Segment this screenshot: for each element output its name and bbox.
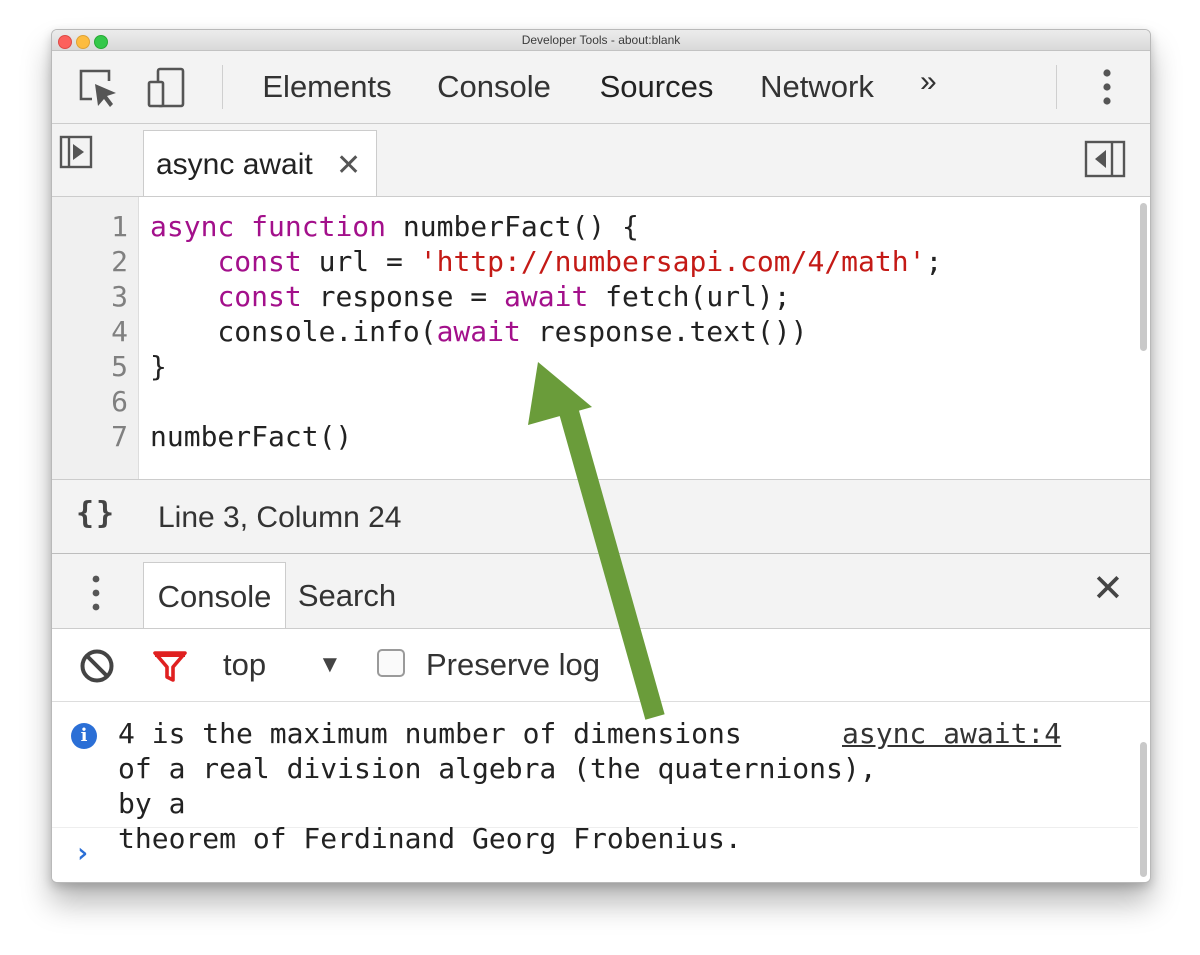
sources-file-bar: async await ✕ (52, 124, 1150, 197)
close-tab-icon[interactable]: ✕ (336, 148, 361, 183)
info-icon: i (71, 723, 97, 749)
console-prompt-icon[interactable]: › (74, 836, 91, 869)
code-keyword: function (251, 210, 387, 243)
drawer-tab-bar: Console Search ✕ (52, 554, 1150, 629)
preserve-log-checkbox[interactable] (377, 649, 405, 677)
code-text: response.text()) (520, 315, 808, 348)
pretty-print-icon[interactable]: {} (76, 496, 116, 531)
chevron-down-icon[interactable]: ▼ (318, 651, 342, 679)
line-number-gutter: 1 2 3 4 5 6 7 (52, 197, 139, 479)
file-tab-label: async await (156, 148, 313, 181)
console-message-text: 4 is the maximum number of dimensions of… (118, 717, 877, 855)
drawer-tab-search[interactable]: Search (292, 562, 402, 628)
line-number[interactable]: 2 (52, 245, 128, 278)
editor-status-bar: {} Line 3, Column 24 (52, 479, 1150, 554)
tab-elements[interactable]: Elements (252, 51, 402, 123)
tab-console[interactable]: Console (424, 51, 564, 123)
console-message: i 4 is the maximum number of dimensions … (52, 702, 1138, 855)
tab-sources[interactable]: Sources (576, 51, 737, 123)
code-line[interactable]: numberFact() (150, 420, 352, 453)
device-toolbar-icon[interactable] (146, 66, 190, 110)
code-text: numberFact() { (386, 210, 639, 243)
line-number[interactable]: 6 (52, 385, 128, 418)
close-drawer-icon[interactable]: ✕ (1092, 566, 1124, 611)
debugger-toggle-icon[interactable] (1084, 140, 1126, 178)
main-toolbar: Elements Console Sources Network » (52, 51, 1150, 143)
toolbar-divider (1056, 65, 1057, 109)
code-line[interactable]: console.info(await response.text()) (150, 315, 807, 348)
tab-network[interactable]: Network (749, 51, 885, 123)
code-text: console.info( (150, 315, 437, 348)
navigator-toggle-icon[interactable] (58, 134, 94, 170)
filter-icon[interactable] (152, 648, 188, 684)
code-keyword: async (150, 210, 235, 243)
file-tab-async-await[interactable]: async await ✕ (143, 130, 377, 196)
window-title: Developer Tools - about:blank (521, 33, 681, 47)
context-selector[interactable]: top (223, 647, 266, 683)
console-scrollbar[interactable] (1140, 742, 1147, 877)
code-keyword: const (217, 280, 302, 313)
cursor-position: Line 3, Column 24 (158, 501, 402, 534)
console-toolbar: top ▼ Preserve log (52, 629, 1150, 702)
preserve-log-label: Preserve log (426, 647, 601, 682)
code-line[interactable]: const response = await fetch(url); (150, 280, 791, 313)
clear-console-icon[interactable] (79, 648, 115, 684)
more-options-icon[interactable] (1100, 67, 1114, 107)
code-text: fetch(url); (588, 280, 791, 313)
line-number[interactable]: 7 (52, 420, 128, 453)
more-tabs-button[interactable]: » (920, 65, 937, 99)
code-text: url = (301, 245, 420, 278)
code-line[interactable]: } (150, 350, 167, 383)
title-bar: Developer Tools - about:blank (52, 30, 1150, 51)
code-string: 'http://numbersapi.com/4/math' (419, 245, 926, 278)
toolbar-divider (222, 65, 223, 109)
editor-scrollbar[interactable] (1140, 203, 1147, 351)
code-text: } (150, 350, 167, 383)
line-number[interactable]: 3 (52, 280, 128, 313)
devtools-window: Developer Tools - about:blank Elements C… (51, 29, 1151, 883)
inspect-element-icon[interactable] (76, 66, 120, 110)
drawer-tab-console[interactable]: Console (143, 562, 286, 628)
code-line[interactable]: async function numberFact() { (150, 210, 639, 243)
code-keyword: const (217, 245, 302, 278)
code-text: ; (925, 245, 943, 278)
console-output: i 4 is the maximum number of dimensions … (52, 702, 1150, 882)
line-number[interactable]: 5 (52, 350, 128, 383)
line-number[interactable]: 4 (52, 315, 128, 348)
code-editor[interactable]: 1 2 3 4 5 6 7 async function numberFact(… (52, 197, 1150, 479)
code-text: numberFact() (150, 420, 353, 453)
code-keyword: await (504, 280, 589, 313)
line-number[interactable]: 1 (52, 210, 128, 243)
code-line[interactable]: const url = 'http://numbersapi.com/4/mat… (150, 245, 942, 278)
code-keyword: await (436, 315, 521, 348)
code-text: response = (301, 280, 505, 313)
drawer-menu-icon[interactable] (90, 574, 102, 614)
message-source-link[interactable]: async await:4 (842, 716, 1061, 751)
